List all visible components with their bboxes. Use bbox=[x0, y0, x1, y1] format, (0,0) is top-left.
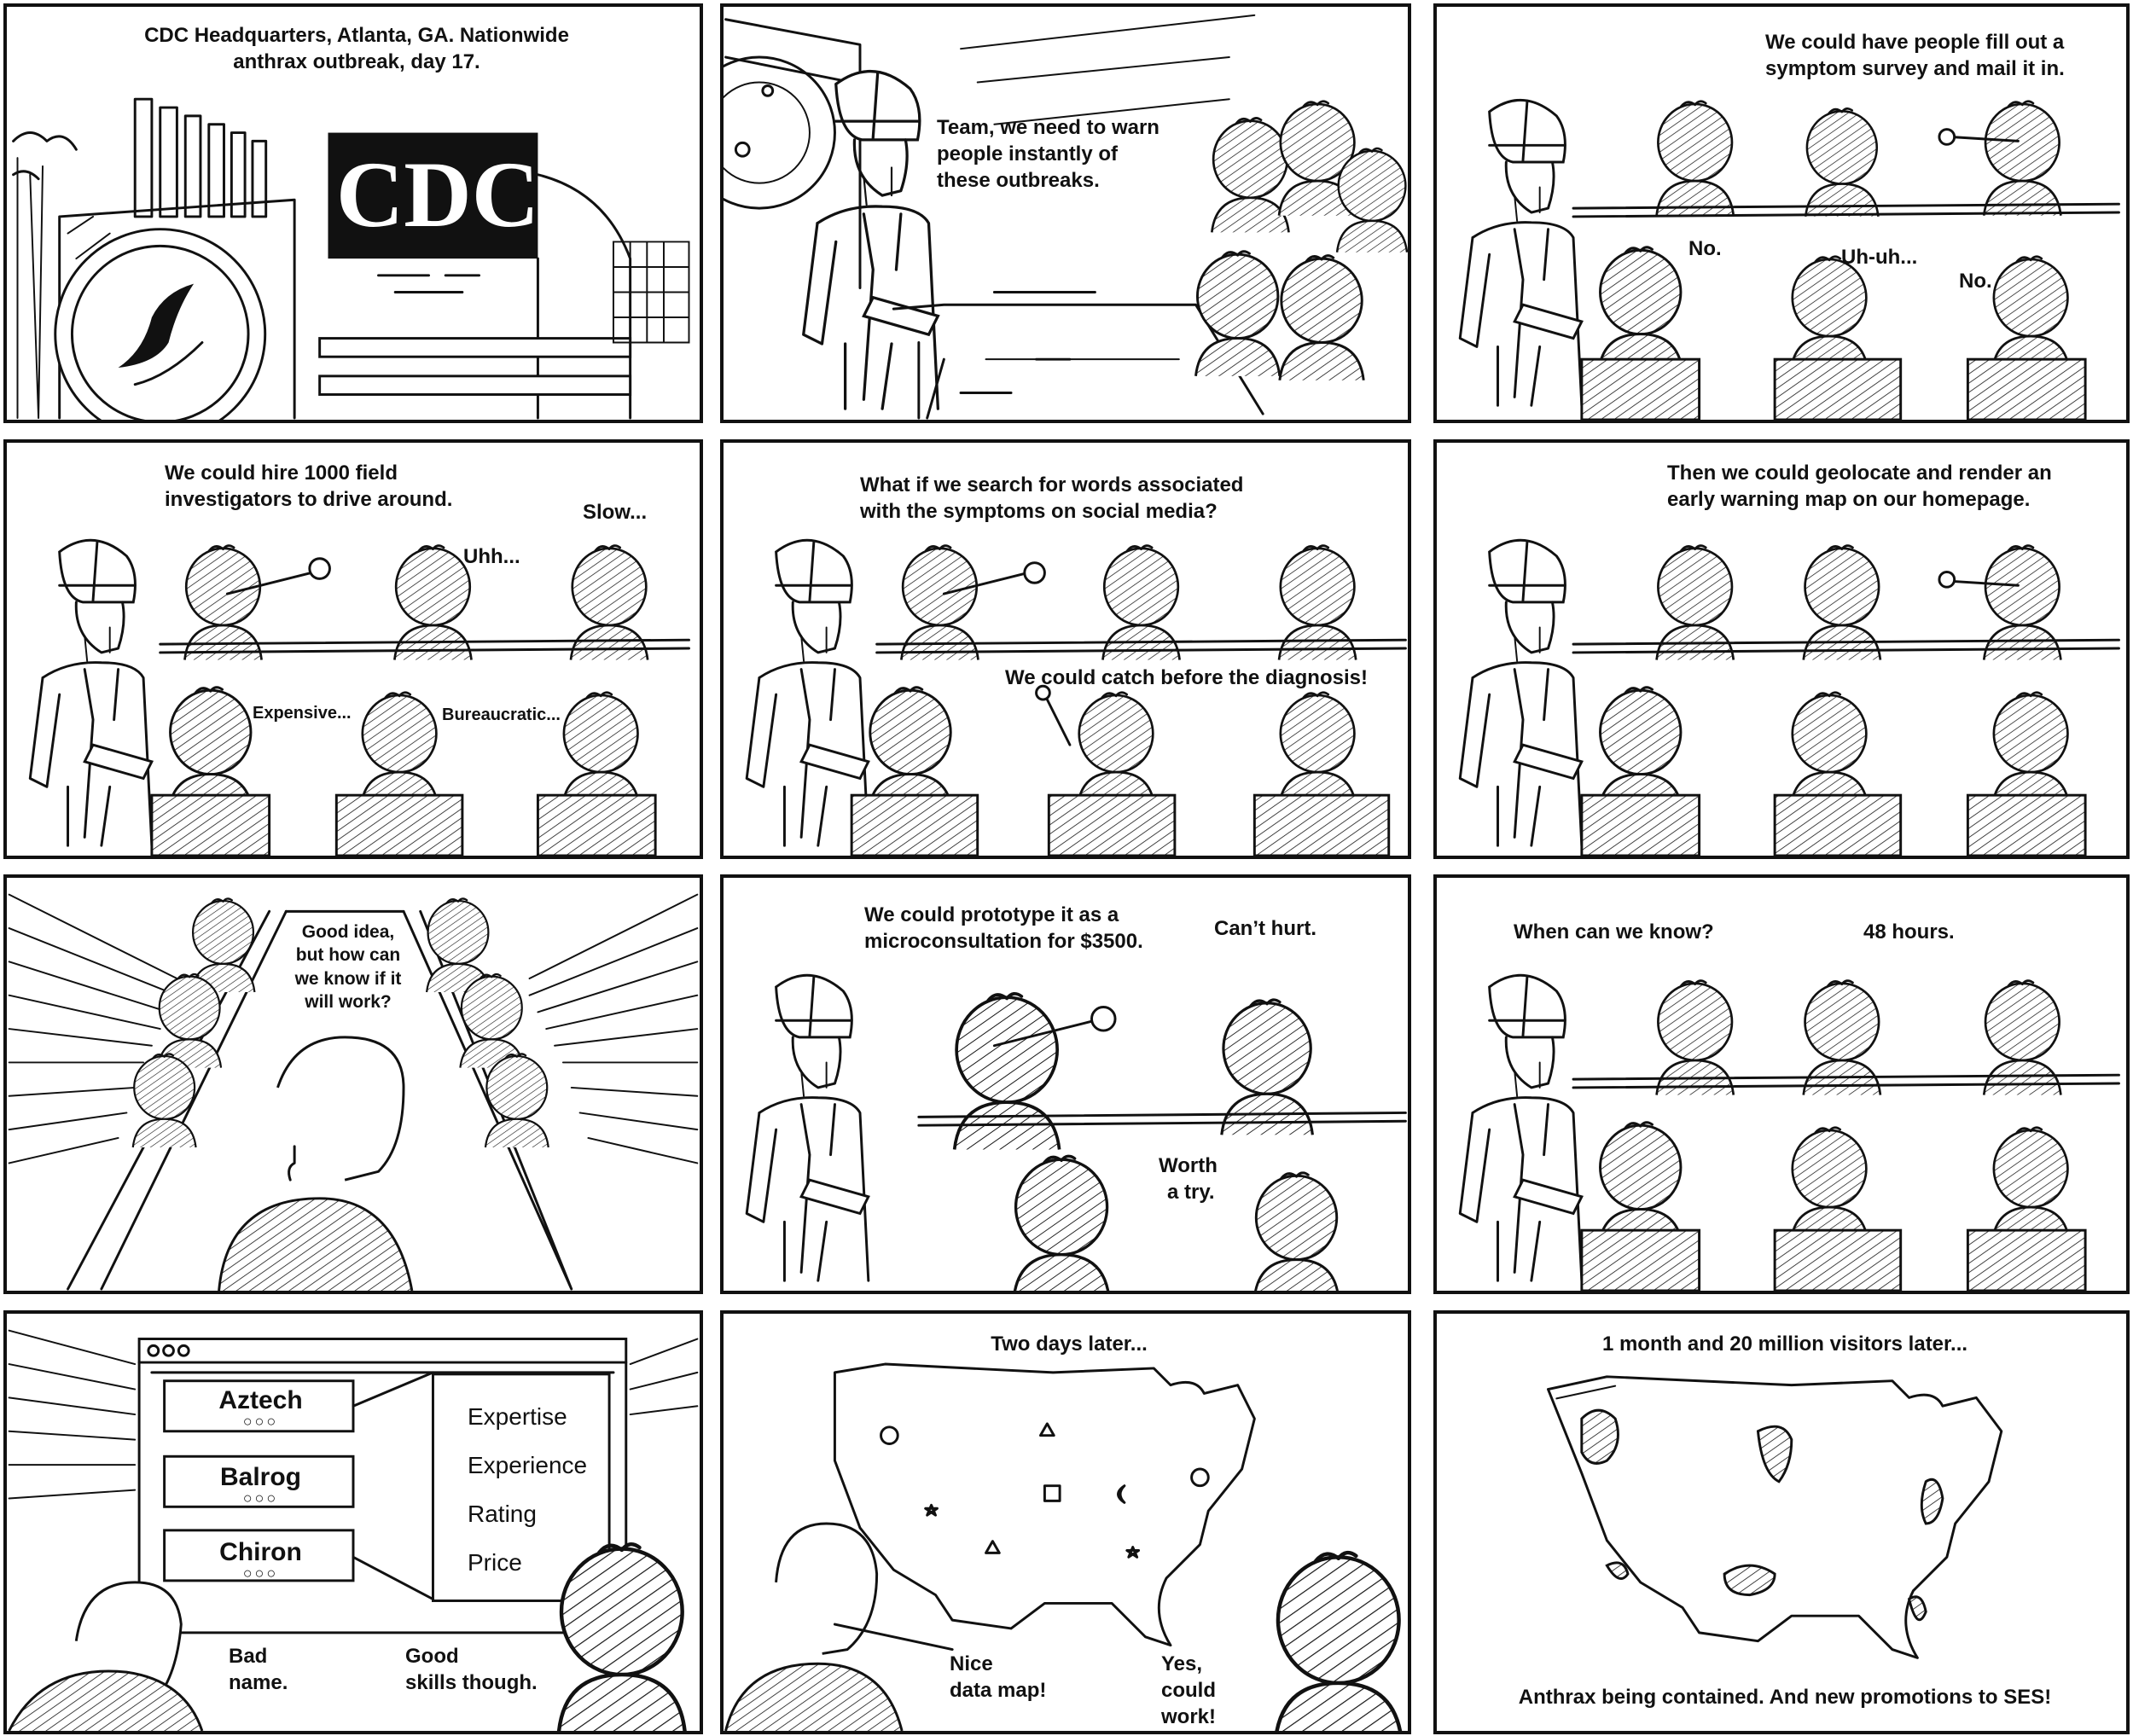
panel-7: Good idea, but how can we know if it wil… bbox=[3, 874, 703, 1294]
panel-10-comment-1-line-2: name. bbox=[229, 1671, 288, 1695]
panel-11: Two days later... Nice data map! Yes, co… bbox=[720, 1310, 1411, 1734]
criterion-experience: Experience bbox=[468, 1452, 588, 1478]
criterion-price: Price bbox=[468, 1549, 522, 1576]
criterion-expertise: Expertise bbox=[468, 1403, 567, 1430]
panel-3-speech-line-2: symptom survey and mail it in. bbox=[1765, 57, 2065, 81]
panel-3: We could have people fill out a symptom … bbox=[1433, 3, 2130, 423]
panel-8-speech-line-2: microconsultation for $3500. bbox=[864, 930, 1143, 954]
panel-2-speech-line-1: Team, we need to warn bbox=[937, 116, 1159, 139]
panel-1-caption-line-2: anthrax outbreak, day 17. bbox=[233, 50, 480, 74]
panel-11-comment-2-line-2: could bbox=[1161, 1679, 1216, 1703]
vendor-chiron-rating-icon: ○○○ bbox=[242, 1565, 279, 1582]
panel-7-speech-line-2: but how can bbox=[295, 945, 401, 966]
panel-4: We could hire 1000 field investigators t… bbox=[3, 439, 703, 859]
contained-outbreak-map-illustration bbox=[1546, 1375, 2003, 1659]
vendor-aztech-rating-icon: ○○○ bbox=[242, 1413, 279, 1430]
panel-1: CDC Headquarters, Atlanta, GA. Nationwid… bbox=[3, 3, 703, 423]
panel-11-caption: Two days later... bbox=[991, 1332, 1148, 1356]
panel-11-comment-1-line-2: data map! bbox=[950, 1679, 1047, 1703]
panel-12-caption-bottom: Anthrax being contained. And new promoti… bbox=[1518, 1686, 2052, 1709]
panel-7-speech-line-4: will work? bbox=[305, 991, 392, 1012]
panel-10-comment-2-line-2: skills though. bbox=[405, 1671, 538, 1695]
panel-3-reply-1: No. bbox=[1688, 237, 1722, 260]
panel-6-speech-line-2: early warning map on our homepage. bbox=[1667, 488, 2031, 512]
panel-1-caption-line-1: CDC Headquarters, Atlanta, GA. Nationwid… bbox=[144, 24, 569, 47]
panel-4-reply-3: Expensive... bbox=[253, 704, 352, 723]
panel-11-comment-2-line-1: Yes, bbox=[1161, 1652, 1203, 1675]
panel-3-reply-2: Uh-uh... bbox=[1841, 246, 1918, 269]
panel-7-speech-line-1: Good idea, bbox=[301, 922, 395, 942]
panel-2-speech-line-3: these outbreaks. bbox=[937, 169, 1100, 193]
panel-5: What if we search for words associated w… bbox=[720, 439, 1411, 859]
panel-4-speech-line-2: investigators to drive around. bbox=[165, 488, 453, 512]
panel-4-reply-1: Slow... bbox=[583, 501, 648, 524]
panel-12: 1 month and 20 million visitors later...… bbox=[1433, 1310, 2130, 1734]
leader-addresses-team-illustration bbox=[724, 14, 1408, 420]
panel-10-comment-2-line-1: Good bbox=[405, 1645, 459, 1668]
panel-5-reply-1: We could catch before the diagnosis! bbox=[1005, 666, 1368, 689]
panel-12-caption-top: 1 month and 20 million visitors later... bbox=[1601, 1332, 1968, 1356]
panel-8-reply-2-line-1: Worth bbox=[1159, 1154, 1218, 1177]
panel-5-speech-line-2: with the symptoms on social media? bbox=[860, 500, 1218, 524]
panel-6-speech-line-1: Then we could geolocate and render an bbox=[1667, 462, 2052, 485]
panel-4-reply-2: Uhh... bbox=[463, 545, 520, 568]
vendor-comparison-screen-illustration bbox=[8, 1329, 699, 1731]
panel-8-speech-line-1: We could prototype it as a bbox=[864, 903, 1119, 926]
panel-4-reply-4: Bureaucratic... bbox=[442, 705, 561, 724]
panel-8-reply-1: Can’t hurt. bbox=[1214, 917, 1316, 940]
panel-11-comment-1-line-1: Nice bbox=[950, 1652, 993, 1675]
panel-11-comment-2-line-3: work! bbox=[1161, 1705, 1217, 1729]
panel-7-speech-line-3: we know if it bbox=[294, 968, 402, 989]
panel-2-speech-line-2: people instantly of bbox=[937, 142, 1119, 166]
panel-9-speech-2: 48 hours. bbox=[1863, 920, 1955, 943]
panel-3-speech-line-1: We could have people fill out a bbox=[1765, 31, 2065, 54]
panel-6: Then we could geolocate and render an ea… bbox=[1433, 439, 2130, 859]
cdc-sign-text: CDC bbox=[335, 142, 540, 247]
outbreak-data-map-illustration bbox=[724, 1362, 1408, 1731]
panel-10: Aztech Balrog Chiron ○○○ ○○○ ○○○ Experti… bbox=[3, 1310, 703, 1734]
panel-3-reply-3: No. bbox=[1959, 270, 1992, 293]
criterion-rating: Rating bbox=[468, 1501, 537, 1527]
panel-5-speech-line-1: What if we search for words associated bbox=[860, 473, 1244, 496]
panel-8-reply-2-line-2: a try. bbox=[1167, 1181, 1215, 1205]
panel-4-speech-line-1: We could hire 1000 field bbox=[165, 462, 398, 485]
panel-2: Team, we need to warn people instantly o… bbox=[720, 3, 1411, 423]
panel-8: We could prototype it as a microconsulta… bbox=[720, 874, 1411, 1294]
panel-9: When can we know? 48 hours. bbox=[1433, 874, 2130, 1294]
panel-9-speech-1: When can we know? bbox=[1514, 920, 1714, 943]
panel-10-comment-1-line-1: Bad bbox=[229, 1645, 268, 1668]
vendor-balrog-rating-icon: ○○○ bbox=[242, 1489, 279, 1507]
